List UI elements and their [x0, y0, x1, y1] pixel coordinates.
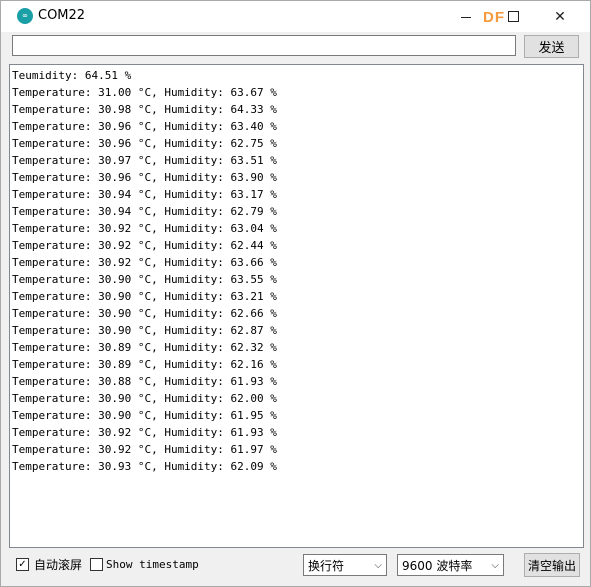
- line-ending-value: 换行符: [308, 559, 345, 573]
- footer-bar: ✓ 自动滚屏 Show timestamp 换行符 ⌵ 9600 波特率 ⌵ 清…: [1, 550, 590, 586]
- serial-output[interactable]: Teumidity: 64.51 % Temperature: 31.00 °C,…: [9, 64, 584, 548]
- output-line: Temperature: 30.89 °C, Humidity: 62.16 %: [12, 358, 277, 371]
- maximize-icon: [507, 11, 519, 22]
- output-line: Temperature: 30.93 °C, Humidity: 62.09 %: [12, 460, 277, 473]
- timestamp-label: Show timestamp: [106, 558, 199, 571]
- output-line: Teumidity: 64.51 %: [12, 69, 132, 82]
- output-line: Temperature: 30.98 °C, Humidity: 64.33 %: [12, 103, 277, 116]
- send-button[interactable]: 发送: [524, 35, 579, 58]
- output-line: Temperature: 30.92 °C, Humidity: 63.04 %: [12, 222, 277, 235]
- window-title: COM22: [38, 8, 86, 23]
- serial-monitor-window: ∞ COM22 DF ✕ 发送 Teumidity: 64.51 % Temper…: [0, 0, 591, 587]
- baud-rate-value: 9600 波特率: [402, 559, 473, 573]
- output-line: Temperature: 30.96 °C, Humidity: 62.75 %: [12, 137, 277, 150]
- output-line: Temperature: 30.92 °C, Humidity: 63.66 %: [12, 256, 277, 269]
- output-line: Temperature: 30.90 °C, Humidity: 62.66 %: [12, 307, 277, 320]
- minimize-icon: [461, 17, 471, 18]
- output-line: Temperature: 30.96 °C, Humidity: 63.40 %: [12, 120, 277, 133]
- output-line: Temperature: 30.94 °C, Humidity: 63.17 %: [12, 188, 277, 201]
- close-icon: ✕: [554, 8, 566, 25]
- output-line: Temperature: 30.96 °C, Humidity: 63.90 %: [12, 171, 277, 184]
- chevron-down-icon: ⌵: [374, 560, 382, 571]
- chevron-down-icon: ⌵: [491, 560, 499, 571]
- output-line: Temperature: 30.92 °C, Humidity: 62.44 %: [12, 239, 277, 252]
- line-ending-select[interactable]: 换行符 ⌵: [303, 554, 387, 576]
- arduino-icon: ∞: [17, 8, 33, 24]
- output-line: Temperature: 30.89 °C, Humidity: 62.32 %: [12, 341, 277, 354]
- title-bar: ∞ COM22 DF ✕: [1, 1, 590, 32]
- send-input[interactable]: [12, 35, 516, 56]
- output-line: Temperature: 30.97 °C, Humidity: 63.51 %: [12, 154, 277, 167]
- output-line: Temperature: 30.92 °C, Humidity: 61.93 %: [12, 426, 277, 439]
- output-line: Temperature: 30.92 °C, Humidity: 61.97 %: [12, 443, 277, 456]
- output-line: Temperature: 30.90 °C, Humidity: 62.00 %: [12, 392, 277, 405]
- clear-output-button[interactable]: 清空输出: [524, 553, 580, 577]
- output-line: Temperature: 31.00 °C, Humidity: 63.67 %: [12, 86, 277, 99]
- output-line: Temperature: 30.90 °C, Humidity: 63.21 %: [12, 290, 277, 303]
- output-line: Temperature: 30.90 °C, Humidity: 62.87 %: [12, 324, 277, 337]
- output-line: Temperature: 30.90 °C, Humidity: 61.95 %: [12, 409, 277, 422]
- output-line: Temperature: 30.88 °C, Humidity: 61.93 %: [12, 375, 277, 388]
- close-button[interactable]: ✕: [537, 1, 583, 32]
- output-line: Temperature: 30.90 °C, Humidity: 63.55 %: [12, 273, 277, 286]
- autoscroll-checkbox[interactable]: ✓: [16, 558, 29, 571]
- timestamp-checkbox[interactable]: [90, 558, 103, 571]
- send-bar: 发送: [1, 32, 590, 62]
- maximize-button[interactable]: [490, 1, 536, 32]
- baud-rate-select[interactable]: 9600 波特率 ⌵: [397, 554, 504, 576]
- output-line: Temperature: 30.94 °C, Humidity: 62.79 %: [12, 205, 277, 218]
- autoscroll-label: 自动滚屏: [34, 558, 83, 572]
- minimize-button[interactable]: [443, 1, 489, 32]
